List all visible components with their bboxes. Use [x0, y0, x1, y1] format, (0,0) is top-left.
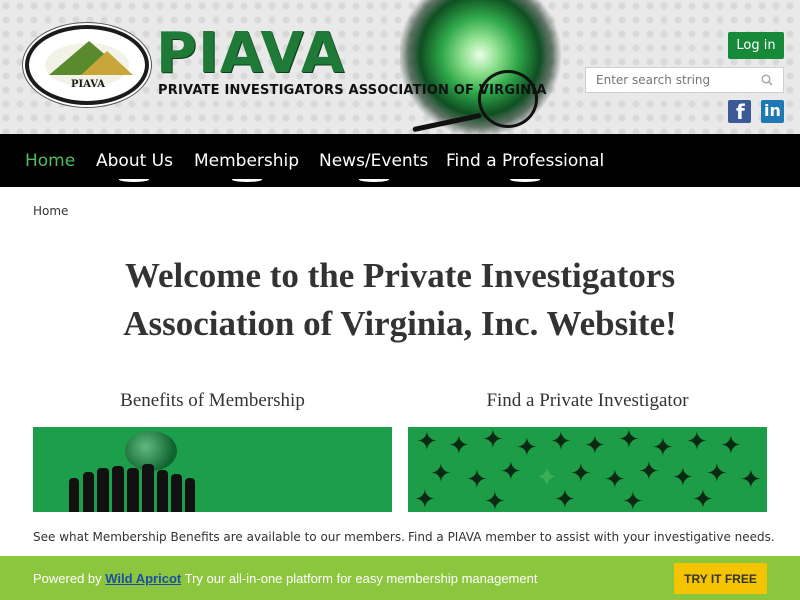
wild-apricot-link[interactable]: Wild Apricot — [105, 571, 181, 586]
person-silhouette — [142, 464, 154, 512]
nav-item-label: News/Events — [319, 151, 429, 171]
person-silhouette — [171, 474, 182, 512]
chevron-down-icon — [119, 177, 150, 182]
powered-by-text: Powered by Wild Apricot Try our all-in-o… — [33, 571, 537, 586]
chevron-down-icon — [231, 177, 262, 182]
powered-by-suffix: Try our all-in-one platform for easy mem… — [184, 571, 538, 586]
page-title: Welcome to the Private Investigators Ass… — [0, 252, 800, 348]
benefits-banner-image[interactable] — [33, 427, 392, 512]
person-figure-icon: ✦ — [448, 431, 470, 461]
person-silhouette — [83, 472, 94, 512]
nav-item-membership[interactable]: Membership — [194, 151, 300, 182]
powered-by-prefix: Powered by — [33, 571, 102, 586]
person-figure-icon: ✦ — [482, 427, 504, 455]
person-silhouette — [69, 478, 79, 512]
nav-item-label: Membership — [194, 151, 300, 171]
mountain-shape-accent — [81, 51, 133, 75]
nav-item-label: Find a Professional — [446, 151, 605, 171]
person-figure-icon: ✦ — [706, 459, 728, 489]
linkedin-icon[interactable]: in — [761, 100, 784, 123]
person-silhouette — [97, 468, 109, 512]
person-figure-icon: ✦ — [638, 457, 660, 487]
person-figure-icon: ✦ — [672, 463, 694, 493]
search-icon[interactable] — [761, 74, 773, 86]
chevron-down-icon — [510, 177, 541, 182]
person-figure-icon: ✦ — [692, 485, 714, 512]
person-silhouette — [127, 468, 139, 512]
person-figure-icon: ✦ — [550, 427, 572, 457]
magnifying-glass-icon — [478, 70, 538, 128]
facebook-icon[interactable]: f — [728, 100, 751, 124]
person-figure-icon: ✦ — [570, 459, 592, 489]
nav-item-news-events[interactable]: News/Events — [319, 151, 429, 182]
nav-item-find-a-professional[interactable]: Find a Professional — [446, 151, 605, 182]
find-investigator-banner-image[interactable]: ✦ ✦ ✦ ✦ ✦ ✦ ✦ ✦ ✦ ✦ ✦ ✦ ✦ ✦ ✦ ✦ ✦ ✦ ✦ ✦ … — [408, 427, 767, 512]
person-figure-icon: ✦ — [414, 485, 436, 512]
find-investigator-description: Find a PIAVA member to assist with your … — [408, 530, 775, 544]
find-investigator-heading[interactable]: Find a Private Investigator — [408, 390, 767, 412]
person-figure-icon: ✦ — [720, 431, 742, 461]
main-navigation: Home About Us Membership News/Events Fin… — [0, 134, 800, 187]
person-silhouette — [185, 478, 195, 512]
nav-item-about-us[interactable]: About Us — [96, 151, 173, 182]
person-figure-icon: ✦ — [584, 431, 606, 461]
search-input[interactable] — [585, 67, 784, 93]
person-figure-icon: ✦ — [686, 427, 708, 457]
brand-tagline: PRIVATE INVESTIGATORS ASSOCIATION OF VIR… — [158, 83, 547, 98]
person-figure-icon: ✦ — [430, 459, 452, 489]
benefits-description: See what Membership Benefits are availab… — [33, 530, 405, 544]
seal-text: PIAVA — [71, 79, 105, 90]
association-seal-logo[interactable]: PIAVA — [25, 25, 149, 105]
person-figure-icon: ✦ — [622, 487, 644, 512]
nav-item-home[interactable]: Home — [25, 151, 75, 171]
chevron-down-icon — [358, 177, 389, 182]
page-title-line-2: Association of Virginia, Inc. Website! — [123, 304, 677, 343]
nav-item-label: About Us — [96, 151, 173, 171]
page-title-line-1: Welcome to the Private Investigators — [124, 256, 676, 295]
try-it-free-button[interactable]: TRY IT FREE — [674, 563, 767, 594]
person-figure-icon: ✦ — [416, 427, 438, 457]
person-figure-icon: ✦ — [500, 457, 522, 487]
breadcrumb: Home — [33, 204, 69, 218]
person-figure-icon: ✦ — [618, 427, 640, 455]
brand-title[interactable]: PIAVA — [156, 26, 345, 82]
person-figure-icon: ✦ — [484, 487, 506, 512]
person-silhouette — [157, 470, 168, 512]
login-button[interactable]: Log in — [728, 32, 784, 59]
person-figure-icon: ✦ — [740, 465, 762, 495]
person-silhouette — [112, 466, 124, 512]
benefits-heading[interactable]: Benefits of Membership — [33, 390, 392, 412]
person-figure-icon: ✦ — [554, 485, 576, 512]
